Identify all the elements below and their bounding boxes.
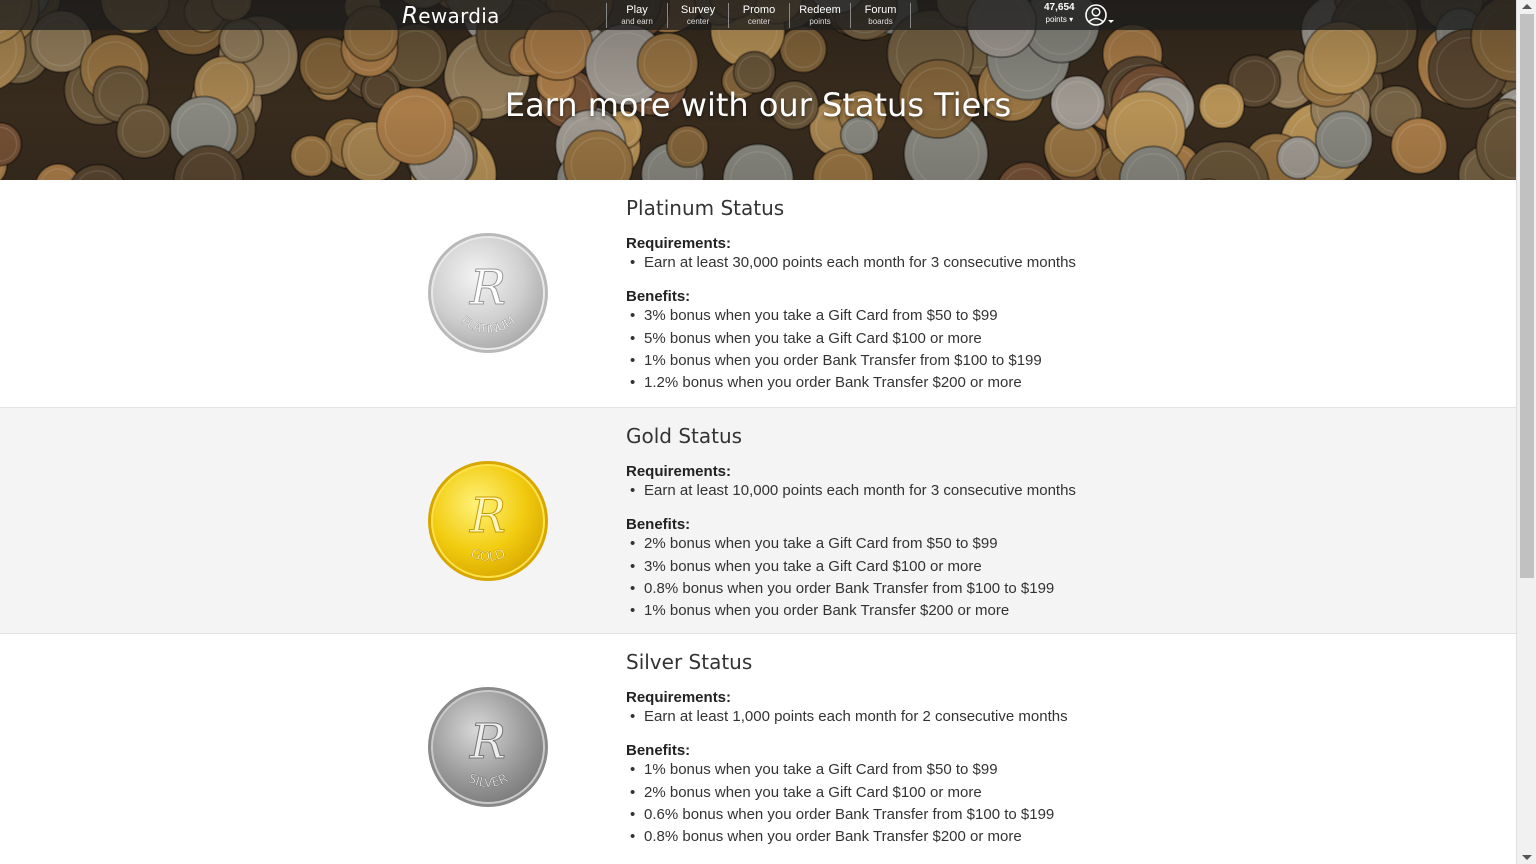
nav-redeem[interactable]: Redeem points xyxy=(789,3,850,28)
requirements-list: Earn at least 10,000 points each month f… xyxy=(630,480,1076,503)
scrollbar-thumb[interactable] xyxy=(1520,14,1534,578)
requirements-label: Requirements: xyxy=(626,235,732,252)
nav-play[interactable]: Play and earn xyxy=(606,3,667,28)
tier-silver: R SILVER Silver Status Requirements: Ear… xyxy=(0,634,1516,861)
list-item: 3% bonus when you take a Gift Card $100 … xyxy=(630,556,1076,579)
nav-promo[interactable]: Promo center xyxy=(728,3,789,28)
benefits-list: 1% bonus when you take a Gift Card from … xyxy=(630,759,1068,848)
gold-medal-icon: R GOLD xyxy=(428,461,548,581)
requirements-label: Requirements: xyxy=(626,463,732,480)
page-title: Earn more with our Status Tiers xyxy=(504,86,1012,124)
list-item: 1.2% bonus when you order Bank Transfer … xyxy=(630,372,1076,395)
list-item: 0.8% bonus when you order Bank Transfer … xyxy=(630,826,1068,849)
list-item: 2% bonus when you take a Gift Card $100 … xyxy=(630,782,1068,805)
list-item: Earn at least 30,000 points each month f… xyxy=(630,252,1076,275)
nav-survey[interactable]: Survey center xyxy=(667,3,728,28)
benefits-label: Benefits: xyxy=(626,516,691,534)
list-item: Earn at least 1,000 points each month fo… xyxy=(630,706,1068,729)
benefits-label: Benefits: xyxy=(626,288,691,306)
svg-text:R: R xyxy=(469,714,506,770)
list-item: Earn at least 10,000 points each month f… xyxy=(630,480,1076,503)
list-item: 5% bonus when you take a Gift Card $100 … xyxy=(630,328,1076,351)
scroll-up-arrow-icon[interactable] xyxy=(1522,4,1532,9)
list-item: 1% bonus when you order Bank Transfer $2… xyxy=(630,600,1076,623)
platinum-title: Platinum Status xyxy=(626,196,785,220)
points-value: 47,654 xyxy=(1044,2,1075,13)
requirements-list: Earn at least 30,000 points each month f… xyxy=(630,252,1076,275)
silver-title: Silver Status xyxy=(626,650,753,674)
platinum-medal-icon: R PLATINUM xyxy=(428,233,548,353)
requirements-label: Requirements: xyxy=(626,689,732,706)
list-item: 1% bonus when you order Bank Transfer fr… xyxy=(630,350,1076,373)
tier-gold: R GOLD Gold Status Requirements: Earn at… xyxy=(0,407,1516,634)
user-avatar-icon xyxy=(1085,4,1114,26)
list-item: 0.6% bonus when you order Bank Transfer … xyxy=(630,804,1068,827)
points-balance[interactable]: 47,654 points ▾ xyxy=(1044,3,1075,24)
rewardia-logo[interactable]: Rewardia xyxy=(402,3,500,29)
nav-forum[interactable]: Forum boards xyxy=(850,3,911,28)
benefits-list: 2% bonus when you take a Gift Card from … xyxy=(630,533,1076,622)
user-menu[interactable] xyxy=(1084,3,1116,32)
platinum-info: Platinum Status Requirements: Earn at le… xyxy=(626,180,1076,395)
requirements-list: Earn at least 1,000 points each month fo… xyxy=(630,706,1068,729)
top-navigation-bar: Rewardia Play and earn Survey center Promo… xyxy=(0,0,1516,30)
list-item: 2% bonus when you take a Gift Card from … xyxy=(630,533,1076,556)
benefits-list: 3% bonus when you take a Gift Card from … xyxy=(630,305,1076,394)
points-label: points ▾ xyxy=(1045,15,1074,24)
main-nav: Play and earn Survey center Promo center Re… xyxy=(606,3,911,28)
silver-medal-icon: R SILVER xyxy=(428,687,548,807)
page-scrollbar[interactable] xyxy=(1516,0,1536,864)
silver-info: Silver Status Requirements: Earn at leas… xyxy=(626,634,1068,849)
tier-platinum: R PLATINUM Platinum Status Requirements:… xyxy=(0,180,1516,407)
benefits-label: Benefits: xyxy=(626,742,691,760)
svg-text:R: R xyxy=(469,488,506,544)
hero-banner: Rewardia Play and earn Survey center Promo… xyxy=(0,0,1516,180)
scroll-down-arrow-icon[interactable] xyxy=(1522,855,1532,860)
list-item: 1% bonus when you take a Gift Card from … xyxy=(630,759,1068,782)
list-item: 0.8% bonus when you order Bank Transfer … xyxy=(630,578,1076,601)
svg-text:R: R xyxy=(469,260,506,316)
list-item: 3% bonus when you take a Gift Card from … xyxy=(630,305,1076,328)
gold-title: Gold Status xyxy=(626,424,743,448)
gold-info: Gold Status Requirements: Earn at least … xyxy=(626,408,1076,623)
